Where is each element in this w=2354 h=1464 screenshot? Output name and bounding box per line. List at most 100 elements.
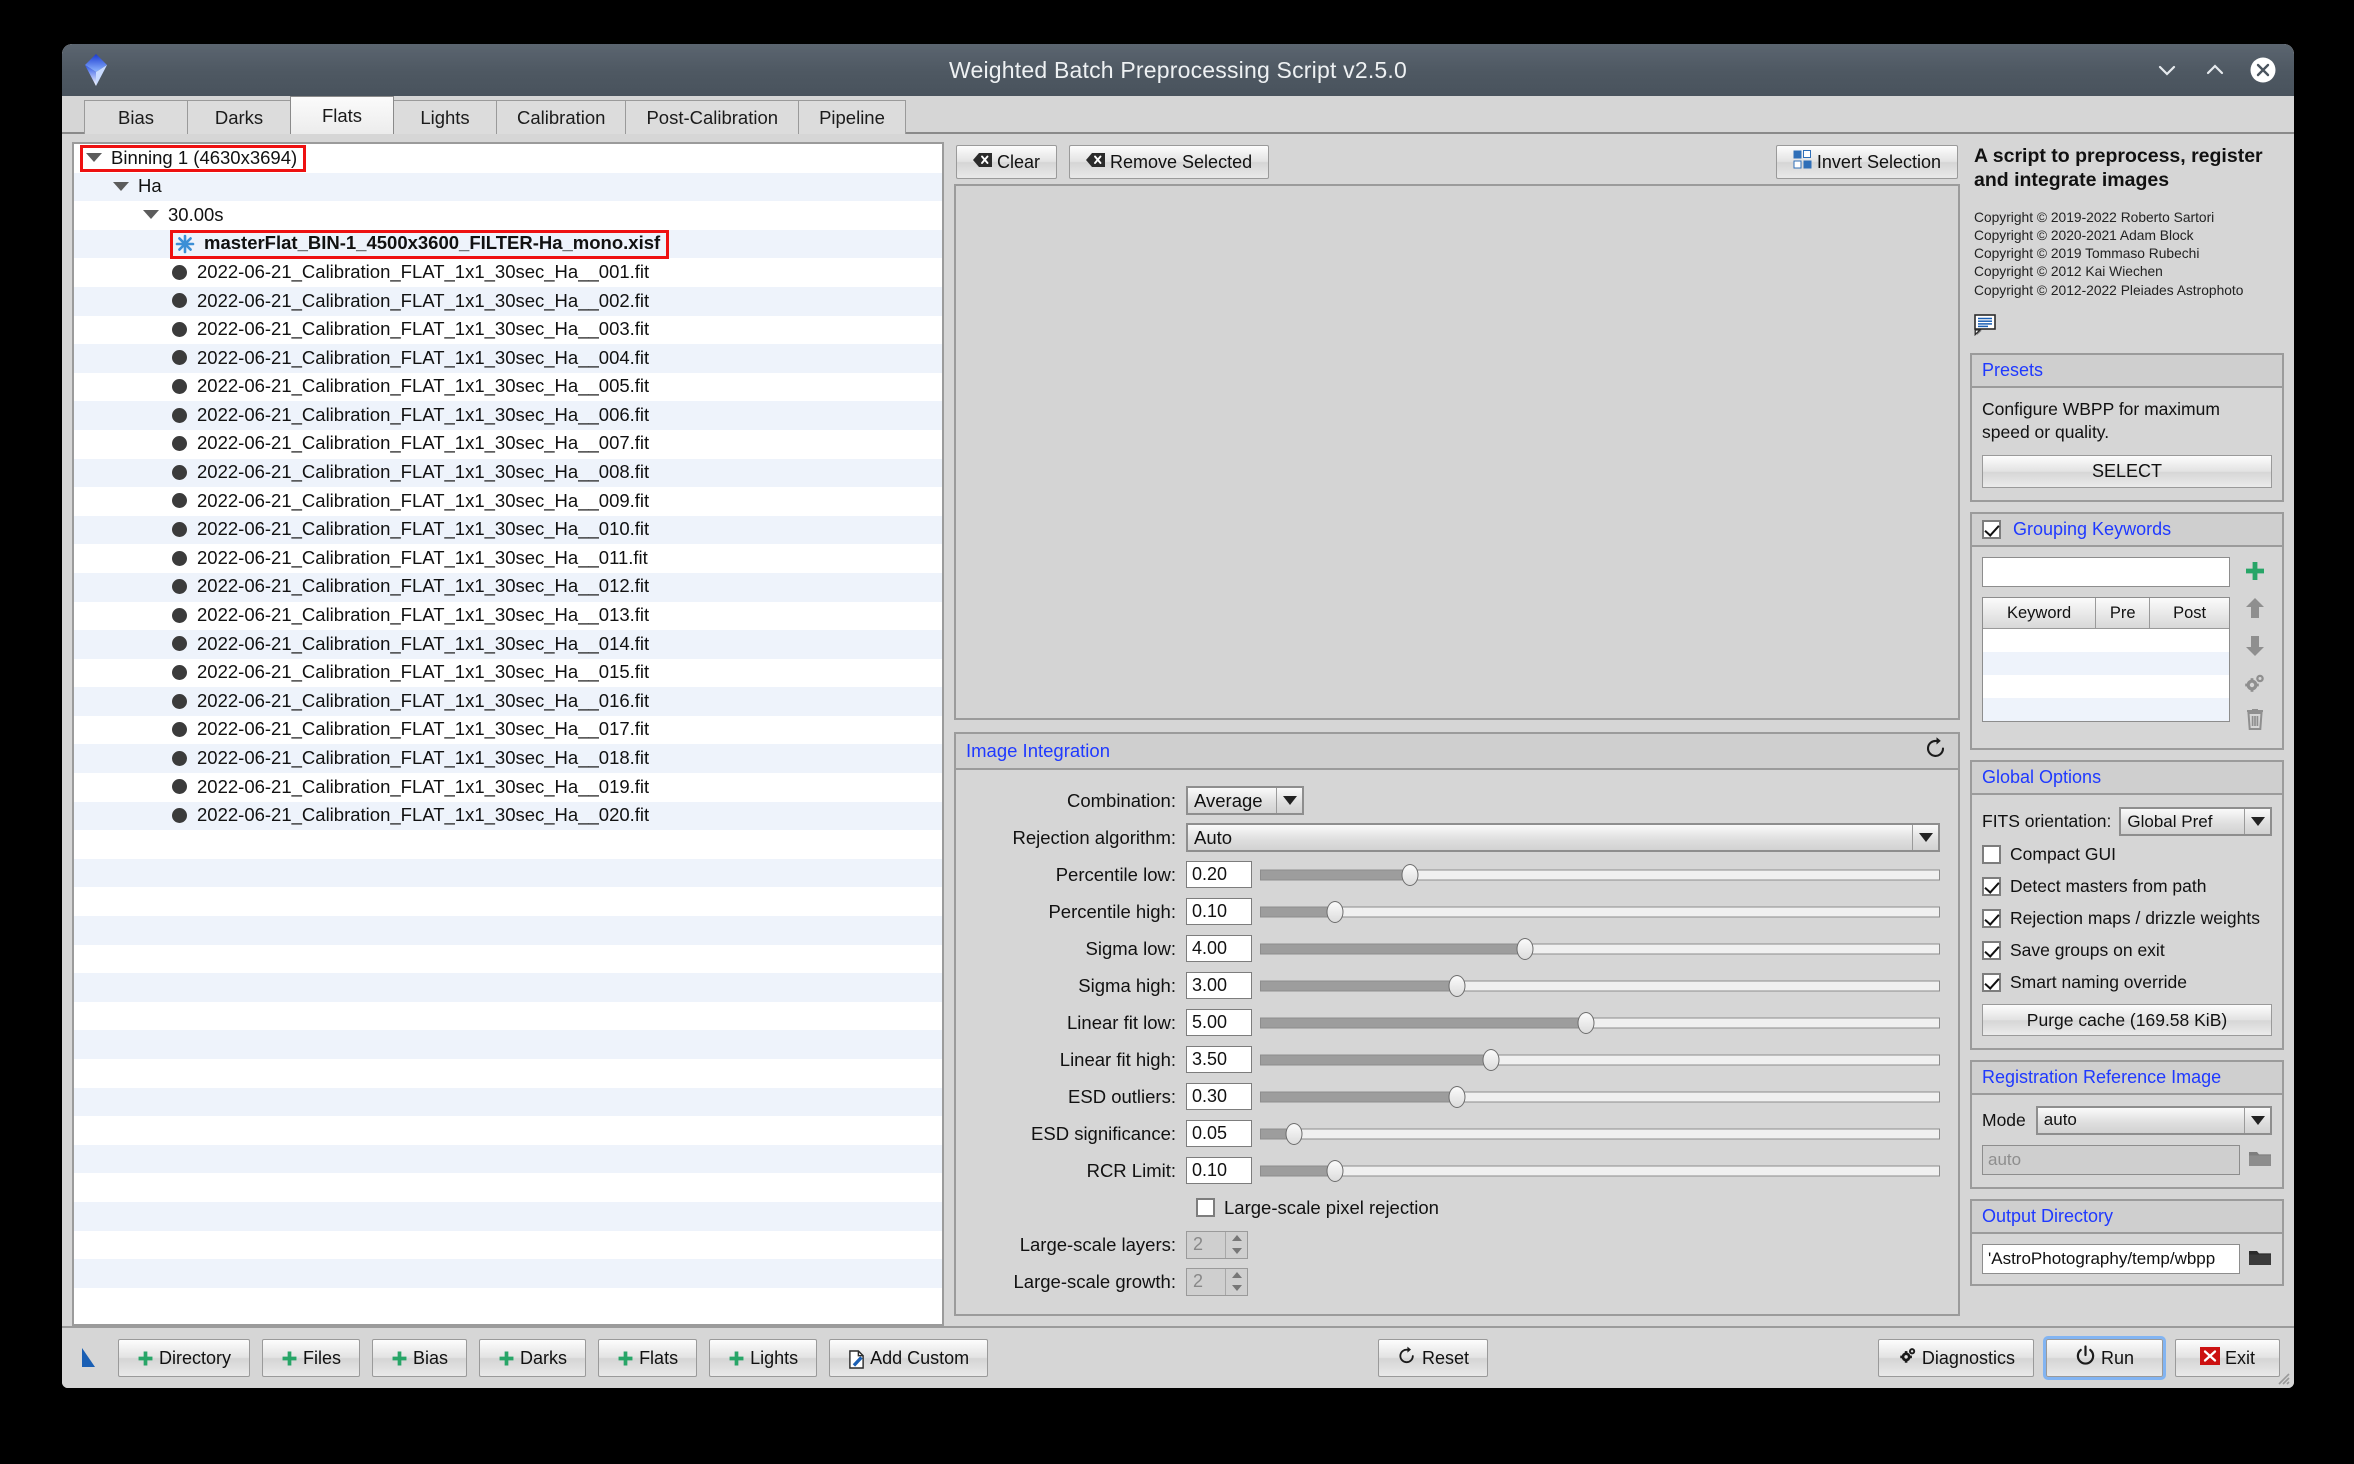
resize-grip[interactable] bbox=[2274, 1369, 2290, 1385]
keywords-table[interactable]: Keyword Pre Post bbox=[1982, 597, 2230, 723]
global-option-checkbox[interactable]: Rejection maps / drizzle weights bbox=[1982, 902, 2272, 934]
combination-select[interactable]: Average bbox=[1186, 786, 1304, 815]
slider-track[interactable] bbox=[1260, 972, 1940, 999]
tree-row[interactable]: 2022-06-21_Calibration_FLAT_1x1_30sec_Ha… bbox=[74, 429, 942, 459]
tree-row[interactable]: 2022-06-21_Calibration_FLAT_1x1_30sec_Ha… bbox=[74, 744, 942, 774]
clear-button[interactable]: Clear bbox=[956, 145, 1058, 179]
run-button[interactable]: Run bbox=[2042, 1336, 2167, 1380]
tab-post-calibration[interactable]: Post-Calibration bbox=[625, 100, 800, 134]
tree-row[interactable]: 2022-06-21_Calibration_FLAT_1x1_30sec_Ha… bbox=[74, 344, 942, 373]
slider-value-input[interactable]: 0.05 bbox=[1186, 1120, 1252, 1147]
remove-selected-button[interactable]: Remove Selected bbox=[1069, 145, 1270, 179]
output-path-input[interactable]: 'AstroPhotography/temp/wbpp bbox=[1982, 1244, 2240, 1275]
slider-value-input[interactable]: 3.50 bbox=[1186, 1046, 1252, 1073]
add-directory-button[interactable]: Directory bbox=[118, 1339, 251, 1377]
documentation-icon[interactable] bbox=[1970, 300, 2284, 353]
move-down-icon[interactable] bbox=[2244, 634, 2266, 663]
fits-orientation-select[interactable]: Global Pref bbox=[2119, 807, 2272, 837]
slider-thumb[interactable] bbox=[1448, 1085, 1466, 1108]
add-lights-button[interactable]: Lights bbox=[709, 1339, 818, 1377]
file-tree[interactable]: Binning 1 (4630x3694) Ha 30.00s masterFlat_… bbox=[72, 142, 944, 1326]
stepper-buttons[interactable] bbox=[1225, 1231, 1247, 1258]
tab-lights[interactable]: Lights bbox=[393, 100, 497, 134]
tree-row[interactable]: 2022-06-21_Calibration_FLAT_1x1_30sec_Ha… bbox=[74, 487, 942, 516]
exit-button[interactable]: Exit bbox=[2175, 1339, 2281, 1377]
tab-bias[interactable]: Bias bbox=[84, 100, 188, 134]
tree-row[interactable]: 2022-06-21_Calibration_FLAT_1x1_30sec_Ha… bbox=[74, 801, 942, 831]
delete-icon[interactable] bbox=[2244, 708, 2266, 736]
tree-row[interactable]: 2022-06-21_Calibration_FLAT_1x1_30sec_Ha… bbox=[74, 630, 942, 659]
chevron-down-icon[interactable] bbox=[2152, 55, 2182, 85]
tab-darks[interactable]: Darks bbox=[187, 100, 291, 134]
slider-track[interactable] bbox=[1260, 861, 1940, 888]
tree-row[interactable]: 2022-06-21_Calibration_FLAT_1x1_30sec_Ha… bbox=[74, 286, 942, 316]
slider-thumb[interactable] bbox=[1482, 1048, 1500, 1071]
tree-row[interactable]: 2022-06-21_Calibration_FLAT_1x1_30sec_Ha… bbox=[74, 315, 942, 345]
global-option-checkbox[interactable]: Save groups on exit bbox=[1982, 934, 2272, 966]
tree-row[interactable]: 2022-06-21_Calibration_FLAT_1x1_30sec_Ha… bbox=[74, 601, 942, 631]
slider-track[interactable] bbox=[1260, 935, 1940, 962]
tree-row[interactable]: 2022-06-21_Calibration_FLAT_1x1_30sec_Ha… bbox=[74, 658, 942, 688]
slider-track[interactable] bbox=[1260, 1046, 1940, 1073]
slider-thumb[interactable] bbox=[1401, 863, 1419, 886]
folder-icon[interactable] bbox=[2248, 1148, 2272, 1173]
large-scale-rejection-checkbox[interactable]: Large-scale pixel rejection bbox=[1196, 1192, 1439, 1224]
slider-value-input[interactable]: 0.30 bbox=[1186, 1083, 1252, 1110]
slider-value-input[interactable]: 0.10 bbox=[1186, 1157, 1252, 1184]
add-add-custom-button[interactable]: Add Custom bbox=[829, 1339, 989, 1377]
grouping-keywords-checkbox[interactable] bbox=[1982, 520, 2001, 540]
add-files-button[interactable]: Files bbox=[262, 1339, 361, 1377]
large-scale-layers-stepper[interactable]: 2 bbox=[1186, 1230, 1248, 1259]
tree-row[interactable]: Ha bbox=[74, 172, 942, 202]
slider-value-input[interactable]: 0.20 bbox=[1186, 861, 1252, 888]
slider-track[interactable] bbox=[1260, 898, 1940, 925]
global-option-checkbox[interactable]: Compact GUI bbox=[1982, 838, 2272, 870]
slider-thumb[interactable] bbox=[1326, 1159, 1344, 1182]
global-option-checkbox[interactable]: Smart naming override bbox=[1982, 966, 2272, 998]
grouping-keywords-header[interactable]: Grouping Keywords bbox=[1972, 514, 2282, 548]
rejection-algorithm-select[interactable]: Auto bbox=[1186, 823, 1940, 852]
add-bias-button[interactable]: Bias bbox=[372, 1339, 468, 1377]
large-scale-growth-stepper[interactable]: 2 bbox=[1186, 1267, 1248, 1296]
slider-track[interactable] bbox=[1260, 1120, 1940, 1147]
tree-row[interactable]: 2022-06-21_Calibration_FLAT_1x1_30sec_Ha… bbox=[74, 544, 942, 573]
slider-value-input[interactable]: 0.10 bbox=[1186, 898, 1252, 925]
tree-row[interactable]: 30.00s bbox=[74, 201, 942, 230]
add-flats-button[interactable]: Flats bbox=[598, 1339, 698, 1377]
tree-row[interactable]: 2022-06-21_Calibration_FLAT_1x1_30sec_Ha… bbox=[74, 258, 942, 287]
tree-row[interactable]: 2022-06-21_Calibration_FLAT_1x1_30sec_Ha… bbox=[74, 572, 942, 602]
slider-value-input[interactable]: 3.00 bbox=[1186, 972, 1252, 999]
stepper-buttons[interactable] bbox=[1225, 1268, 1247, 1295]
tab-flats[interactable]: Flats bbox=[290, 96, 394, 134]
slider-thumb[interactable] bbox=[1285, 1122, 1303, 1145]
diagnostics-button[interactable]: Diagnostics bbox=[1877, 1339, 2034, 1377]
settings-icon[interactable] bbox=[2243, 672, 2267, 699]
tab-pipeline[interactable]: Pipeline bbox=[798, 100, 906, 134]
tree-row[interactable]: 2022-06-21_Calibration_FLAT_1x1_30sec_Ha… bbox=[74, 715, 942, 745]
tab-calibration[interactable]: Calibration bbox=[496, 100, 627, 134]
slider-track[interactable] bbox=[1260, 1009, 1940, 1036]
slider-thumb[interactable] bbox=[1326, 900, 1344, 923]
caret-down-icon[interactable] bbox=[112, 177, 130, 195]
registration-path-input[interactable]: auto bbox=[1982, 1145, 2240, 1176]
tree-row[interactable]: 2022-06-21_Calibration_FLAT_1x1_30sec_Ha… bbox=[74, 372, 942, 402]
registration-mode-select[interactable]: auto bbox=[2035, 1105, 2272, 1135]
tree-row[interactable]: 2022-06-21_Calibration_FLAT_1x1_30sec_Ha… bbox=[74, 773, 942, 802]
tree-row[interactable]: 2022-06-21_Calibration_FLAT_1x1_30sec_Ha… bbox=[74, 401, 942, 430]
slider-track[interactable] bbox=[1260, 1157, 1940, 1184]
slider-value-input[interactable]: 5.00 bbox=[1186, 1009, 1252, 1036]
global-option-checkbox[interactable]: Detect masters from path bbox=[1982, 870, 2272, 902]
slider-value-input[interactable]: 4.00 bbox=[1186, 935, 1252, 962]
tree-row[interactable]: 2022-06-21_Calibration_FLAT_1x1_30sec_Ha… bbox=[74, 515, 942, 545]
slider-thumb[interactable] bbox=[1516, 937, 1534, 960]
add-darks-button[interactable]: Darks bbox=[479, 1339, 587, 1377]
reset-button[interactable]: Reset bbox=[1378, 1339, 1489, 1377]
slider-thumb[interactable] bbox=[1577, 1011, 1595, 1034]
reset-icon[interactable] bbox=[1924, 737, 1948, 766]
slider-thumb[interactable] bbox=[1448, 974, 1466, 997]
presets-select-button[interactable]: SELECT bbox=[1982, 455, 2272, 489]
folder-icon[interactable] bbox=[2248, 1247, 2272, 1272]
caret-down-icon[interactable] bbox=[85, 149, 103, 167]
tree-row[interactable]: Binning 1 (4630x3694) bbox=[74, 144, 942, 173]
tree-row[interactable]: masterFlat_BIN-1_4500x3600_FILTER-Ha_mon… bbox=[74, 229, 942, 259]
